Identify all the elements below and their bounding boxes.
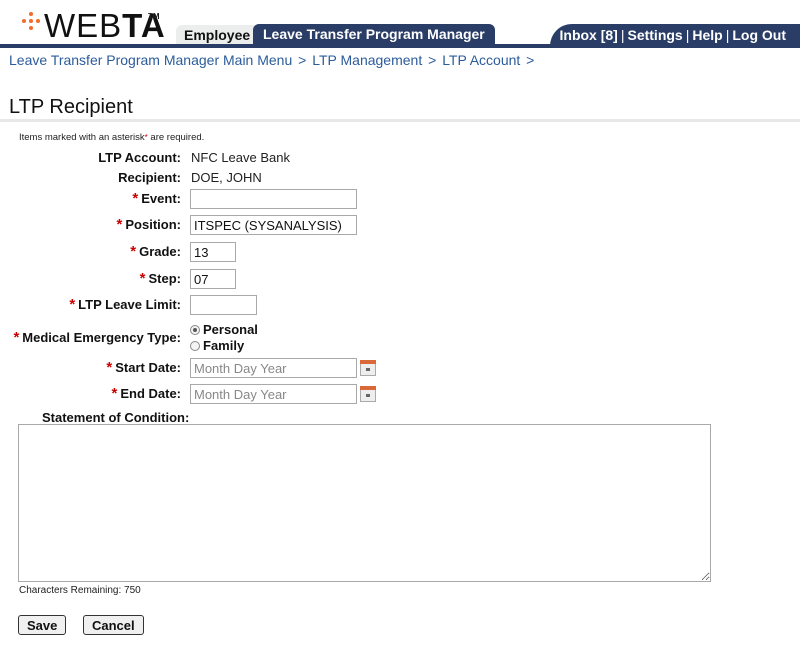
breadcrumb: Leave Transfer Program Manager Main Menu… — [9, 52, 536, 68]
ltp-account-label: LTP Account: — [98, 150, 181, 165]
medical-type-row: * Medical Emergency Type: Personal Family — [0, 322, 800, 354]
event-input[interactable] — [190, 189, 357, 209]
page-title: LTP Recipient — [9, 96, 133, 118]
statement-label: Statement of Condition: — [42, 410, 190, 425]
step-label: * Step: — [140, 270, 181, 287]
recipient-label: Recipient: — [118, 170, 181, 185]
medical-type-label: * Medical Emergency Type: — [13, 329, 181, 346]
logo-text-light: WEB — [44, 7, 123, 44]
save-button[interactable]: Save — [18, 615, 67, 635]
characters-remaining: Characters Remaining: 750 — [19, 585, 141, 596]
event-row: * Event: — [0, 189, 800, 213]
radio-personal[interactable]: Personal — [190, 322, 258, 337]
tab-employee[interactable]: Employee — [176, 25, 259, 44]
end-date-input[interactable] — [190, 384, 357, 404]
grade-row: * Grade: — [0, 242, 800, 266]
radio-unselected-icon[interactable] — [190, 341, 200, 351]
position-row: * Position: — [0, 215, 800, 239]
breadcrumb-separator: > — [526, 52, 535, 68]
grade-input[interactable] — [190, 242, 236, 262]
required-asterisk-icon: * — [139, 270, 146, 287]
event-label: * Event: — [132, 190, 181, 207]
inbox-link[interactable]: Inbox [8] — [560, 27, 618, 43]
logo-trademark: TM — [148, 12, 160, 21]
help-link[interactable]: Help — [692, 27, 722, 43]
medical-type-label-text: Medical Emergency Type: — [22, 330, 181, 345]
start-date-input[interactable] — [190, 358, 357, 378]
required-note-suffix: are required. — [147, 132, 205, 143]
tab-leave-transfer-program-manager[interactable]: Leave Transfer Program Manager — [253, 24, 495, 44]
breadcrumb-ltp-management[interactable]: LTP Management — [312, 52, 422, 68]
step-row: * Step: — [0, 269, 800, 293]
start-date-label-text: Start Date: — [115, 360, 181, 375]
calendar-icon[interactable] — [360, 386, 376, 402]
radio-family-label[interactable]: Family — [203, 338, 244, 353]
calendar-icon[interactable] — [360, 360, 376, 376]
required-asterisk-icon: * — [116, 216, 123, 233]
position-input[interactable] — [190, 215, 357, 235]
required-asterisk-icon: * — [111, 385, 118, 402]
leave-limit-row: * LTP Leave Limit: — [0, 295, 800, 319]
radio-family[interactable]: Family — [190, 338, 244, 353]
end-date-label-text: End Date: — [120, 386, 181, 401]
step-input[interactable] — [190, 269, 236, 289]
breadcrumb-ltp-account[interactable]: LTP Account — [442, 52, 520, 68]
breadcrumb-separator: > — [428, 52, 437, 68]
end-date-row: * End Date: — [0, 384, 800, 408]
statement-textarea[interactable] — [18, 424, 711, 582]
required-asterisk-icon: * — [106, 359, 113, 376]
recipient-value: DOE, JOHN — [191, 170, 262, 185]
title-divider — [0, 119, 800, 122]
required-note: Items marked with an asterisk* are requi… — [19, 132, 204, 143]
separator: | — [685, 27, 690, 43]
logo-dots-icon — [22, 12, 40, 30]
leave-limit-label: * LTP Leave Limit: — [69, 296, 181, 313]
start-date-row: * Start Date: — [0, 358, 800, 382]
radio-selected-icon[interactable] — [190, 325, 200, 335]
required-asterisk-icon: * — [132, 190, 139, 207]
event-label-text: Event: — [141, 191, 181, 206]
end-date-label: * End Date: — [111, 385, 181, 402]
separator: | — [725, 27, 730, 43]
required-asterisk-icon: * — [13, 329, 20, 346]
radio-personal-label[interactable]: Personal — [203, 322, 258, 337]
header-divider — [0, 44, 800, 48]
separator: | — [620, 27, 625, 43]
settings-link[interactable]: Settings — [627, 27, 682, 43]
utility-bar: Inbox [8] | Settings | Help | Log Out — [550, 24, 800, 46]
position-label-text: Position: — [125, 217, 181, 232]
grade-label: * Grade: — [130, 243, 181, 260]
cancel-button[interactable]: Cancel — [83, 615, 144, 635]
app-header: WEBTA TM Employee Leave Transfer Program… — [0, 0, 800, 48]
start-date-label: * Start Date: — [106, 359, 181, 376]
leave-limit-input[interactable] — [190, 295, 257, 315]
logout-link[interactable]: Log Out — [732, 27, 786, 43]
required-note-text: Items marked with an asterisk — [19, 132, 145, 143]
position-label: * Position: — [117, 216, 181, 233]
breadcrumb-main-menu[interactable]: Leave Transfer Program Manager Main Menu — [9, 52, 292, 68]
leave-limit-label-text: LTP Leave Limit: — [78, 297, 181, 312]
required-asterisk-icon: * — [69, 296, 76, 313]
required-asterisk-icon: * — [130, 243, 137, 260]
ltp-account-value: NFC Leave Bank — [191, 150, 290, 165]
breadcrumb-separator: > — [298, 52, 307, 68]
step-label-text: Step: — [148, 271, 182, 286]
grade-label-text: Grade: — [139, 244, 181, 259]
